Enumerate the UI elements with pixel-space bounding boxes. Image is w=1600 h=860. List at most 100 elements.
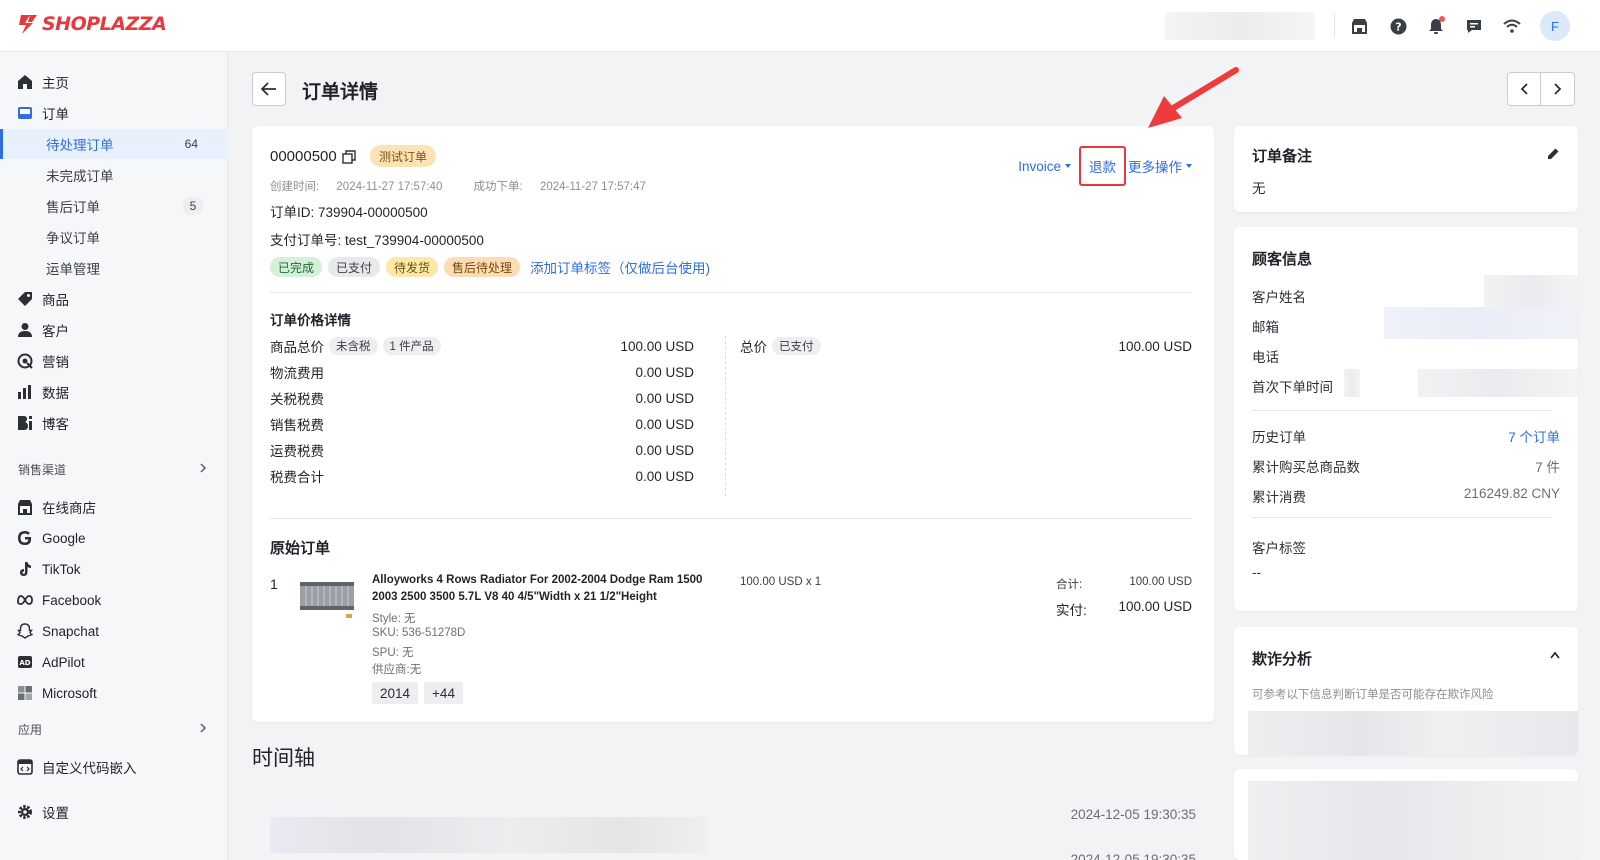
- history-orders-link[interactable]: 7 个订单: [1508, 426, 1560, 446]
- shoplazza-logo[interactable]: SHOPLAZZA: [18, 13, 167, 35]
- microsoft-icon: [17, 685, 33, 701]
- customer-info-title: 顾客信息: [1252, 251, 1313, 268]
- order-notes-value: 无: [1252, 181, 1266, 196]
- sidebar-item-label: Facebook: [42, 592, 102, 608]
- sidebar-item-custom-code[interactable]: 自定义代码嵌入: [0, 752, 228, 782]
- price-row-subtotal: 商品总价 未含税 1 件产品 100.00 USD: [270, 336, 694, 356]
- back-button[interactable]: [252, 72, 286, 106]
- sidebar-item-snapchat[interactable]: Snapchat: [0, 616, 228, 646]
- copy-icon[interactable]: [342, 149, 356, 164]
- sidebar-item-analytics[interactable]: 数据: [0, 377, 228, 407]
- pencil-icon[interactable]: [1547, 147, 1560, 160]
- sidebar-item-aftersale-orders[interactable]: 售后订单 5: [0, 191, 228, 221]
- sidebar-item-pending-orders[interactable]: 待处理订单 64: [0, 129, 228, 159]
- price-label: 物流费用: [270, 366, 324, 381]
- fraud-analysis-blurred: [1248, 711, 1578, 755]
- line-subtotal-value: 100.00 USD: [1129, 576, 1192, 588]
- add-order-tag-link[interactable]: 添加订单标签（仅做后台使用): [530, 257, 710, 277]
- price-label: 运费税费: [270, 444, 324, 459]
- customer-email-blurred[interactable]: [1384, 307, 1578, 339]
- home-icon: [17, 74, 33, 90]
- chevron-right-icon[interactable]: [198, 461, 208, 473]
- paid-pill: 已支付: [772, 337, 821, 355]
- product-name[interactable]: Alloyworks 4 Rows Radiator For 2002-2004…: [372, 572, 724, 606]
- product-thumbnail[interactable]: [298, 574, 358, 622]
- price-label: 关税税费: [270, 392, 324, 407]
- chevron-right-icon: [1553, 83, 1561, 95]
- store-name-blurred[interactable]: [1165, 12, 1315, 40]
- chevron-right-icon[interactable]: [198, 721, 208, 733]
- sidebar-item-marketing[interactable]: 营销: [0, 346, 228, 376]
- order-timestamps: 创建时间: 2024-11-27 17:57:40 成功下单: 2024-11-…: [270, 178, 674, 194]
- price-amount: 0.00 USD: [635, 364, 694, 380]
- created-time: 2024-11-27 17:57:40: [336, 181, 443, 193]
- price-label: 商品总价: [270, 340, 324, 355]
- blog-icon: [17, 415, 33, 431]
- sidebar: 主页 订单 待处理订单 64 未完成订单 售后订单 5 争议订单 运单管理 商品…: [0, 52, 228, 860]
- line-paid-label: 实付:: [1056, 603, 1087, 618]
- customer-tags-value: --: [1252, 565, 1261, 580]
- sidebar-item-blog[interactable]: 博客: [0, 408, 228, 438]
- customer-email-label: 邮箱: [1252, 320, 1279, 335]
- product-chip-more[interactable]: +44: [424, 682, 463, 704]
- total-items-label: 累计购买总商品数: [1252, 460, 1360, 475]
- sidebar-item-microsoft[interactable]: Microsoft: [0, 678, 228, 708]
- sidebar-item-customers[interactable]: 客户: [0, 315, 228, 345]
- sidebar-item-adpilot[interactable]: AD AdPilot: [0, 647, 228, 677]
- wifi-icon[interactable]: [1500, 14, 1524, 38]
- sidebar-item-tiktok[interactable]: TikTok: [0, 554, 228, 584]
- top-bar: SHOPLAZZA ? F: [0, 0, 1600, 52]
- refund-button[interactable]: 退款: [1079, 146, 1126, 186]
- store-icon: [17, 499, 33, 515]
- total-amount: 100.00 USD: [1118, 338, 1192, 354]
- price-row-total: 总价 已支付 100.00 USD: [740, 336, 1192, 356]
- price-row-duties: 关税税费 0.00 USD: [270, 388, 694, 408]
- sidebar-item-label: TikTok: [42, 561, 81, 577]
- fraud-analysis-title: 欺诈分析: [1252, 651, 1313, 668]
- store-icon[interactable]: [1347, 14, 1371, 38]
- sidebar-item-label: 运单管理: [46, 262, 100, 277]
- total-spent-value: 216249.82 CNY: [1463, 486, 1560, 501]
- first-order-time-blurred: [1344, 369, 1360, 397]
- sidebar-item-label: 营销: [42, 355, 69, 370]
- more-actions-dropdown[interactable]: 更多操作: [1128, 156, 1192, 176]
- sidebar-item-unfinished-orders[interactable]: 未完成订单: [0, 160, 228, 190]
- sidebar-item-settings[interactable]: 设置: [0, 797, 228, 827]
- original-order-title: 原始订单: [270, 540, 331, 557]
- timeline-entry-blurred: [270, 817, 708, 853]
- page-title: 订单详情: [302, 82, 379, 103]
- target-icon: [17, 353, 33, 369]
- customer-tags-label: 客户标签: [1252, 541, 1306, 556]
- inbox-icon: [17, 105, 33, 121]
- sidebar-item-online-store[interactable]: 在线商店: [0, 492, 228, 522]
- created-label: 创建时间:: [270, 181, 320, 193]
- meta-icon: [17, 592, 33, 608]
- order-id: 订单ID: 739904-00000500: [270, 205, 428, 220]
- sidebar-item-label: 商品: [42, 293, 69, 308]
- price-amount: 100.00 USD: [620, 338, 694, 354]
- order-pager: [1507, 72, 1575, 106]
- red-arrow-annotation: [1148, 67, 1239, 128]
- sidebar-item-dispute-orders[interactable]: 争议订单: [0, 222, 228, 252]
- sidebar-item-products[interactable]: 商品: [0, 284, 228, 314]
- customer-phone-label: 电话: [1252, 350, 1279, 365]
- line-subtotal-label: 合计:: [1056, 579, 1083, 591]
- chat-icon[interactable]: [1462, 14, 1486, 38]
- help-icon[interactable]: ?: [1386, 14, 1410, 38]
- sidebar-item-home[interactable]: 主页: [0, 67, 228, 97]
- previous-order-button[interactable]: [1508, 73, 1542, 105]
- invoice-dropdown[interactable]: Invoice: [1018, 159, 1071, 174]
- invoice-label: Invoice: [1018, 158, 1061, 174]
- payment-order-number: 支付订单号: test_739904-00000500: [270, 233, 484, 248]
- next-order-button[interactable]: [1541, 73, 1574, 105]
- status-badge-completed: 已完成: [270, 257, 323, 277]
- chevron-up-icon[interactable]: [1550, 651, 1560, 659]
- order-number-text: 00000500: [270, 148, 337, 165]
- sidebar-item-orders[interactable]: 订单: [0, 98, 228, 128]
- bell-icon[interactable]: [1424, 14, 1448, 38]
- sidebar-item-google[interactable]: Google: [0, 523, 228, 553]
- sidebar-item-facebook[interactable]: Facebook: [0, 585, 228, 615]
- sidebar-item-shipments[interactable]: 运单管理: [0, 253, 228, 283]
- user-avatar[interactable]: F: [1540, 11, 1570, 41]
- bar-chart-icon: [17, 384, 33, 400]
